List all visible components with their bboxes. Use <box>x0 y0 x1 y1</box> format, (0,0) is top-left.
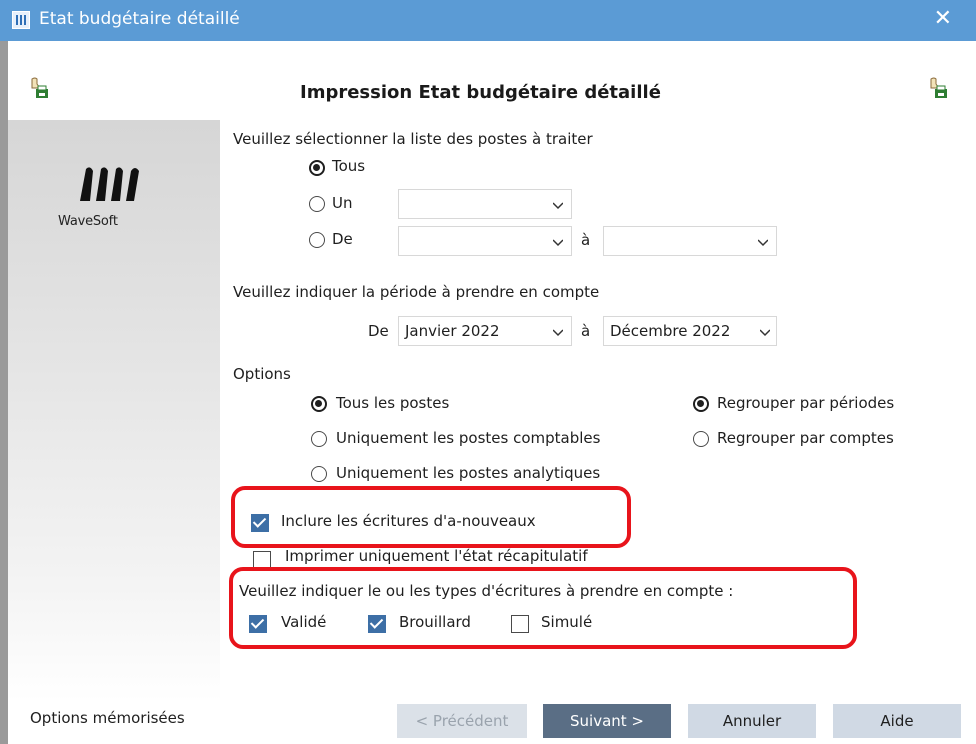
highlight-types-ecritures <box>229 567 857 649</box>
sidebar-panel <box>8 120 220 702</box>
wavesoft-logo-icon <box>80 167 139 201</box>
checkbox-brouillard[interactable] <box>368 615 386 633</box>
radio-regrouper-periodes[interactable] <box>693 396 709 412</box>
radio-regrouper-comptes-label: Regrouper par comptes <box>717 429 894 447</box>
close-button[interactable]: ✕ <box>934 6 952 32</box>
radio-postes-comptables-label: Uniquement les postes comptables <box>336 429 601 447</box>
print-config-icon[interactable] <box>928 76 950 100</box>
help-button[interactable]: Aide <box>833 704 961 738</box>
postes-prompt: Veuillez sélectionner la liste des poste… <box>233 130 593 148</box>
periode-to-value: Décembre 2022 <box>610 322 731 340</box>
previous-button[interactable]: < Précédent <box>397 704 527 738</box>
checkbox-simule[interactable] <box>511 615 529 633</box>
periode-prompt: Veuillez indiquer la période à prendre e… <box>233 283 600 301</box>
checkbox-inclure-a-nouveaux-label: Inclure les écritures d'a-nouveaux <box>281 512 536 530</box>
options-memorisees-link[interactable]: Options mémorisées <box>30 709 185 727</box>
logo-text: WaveSoft <box>58 214 118 229</box>
chevron-down-icon <box>553 239 563 247</box>
periode-to-select[interactable]: Décembre 2022 <box>603 316 777 346</box>
de-poste-to-select[interactable] <box>603 226 777 256</box>
checkbox-valide[interactable] <box>249 615 267 633</box>
periode-de-label: De <box>368 322 389 340</box>
print-config-icon[interactable] <box>29 76 51 100</box>
types-prompt: Veuillez indiquer le ou les types d'écri… <box>239 582 734 600</box>
un-poste-select[interactable] <box>398 189 572 219</box>
chevron-down-icon <box>760 329 770 337</box>
radio-postes-comptables[interactable] <box>311 431 327 447</box>
window-titlebar: Etat budgétaire détaillé ✕ <box>0 0 976 41</box>
periode-a-label: à <box>581 322 591 340</box>
radio-postes-tous-label: Tous <box>332 157 366 175</box>
app-icon <box>12 11 30 29</box>
radio-postes-analytiques[interactable] <box>311 466 327 482</box>
periode-from-select[interactable]: Janvier 2022 <box>398 316 572 346</box>
options-title: Options <box>233 365 291 383</box>
window-title: Etat budgétaire détaillé <box>39 9 240 29</box>
checkbox-inclure-a-nouveaux[interactable] <box>251 514 269 532</box>
chevron-down-icon <box>758 239 768 247</box>
radio-postes-un[interactable] <box>309 196 325 212</box>
radio-postes-tous[interactable] <box>309 160 325 176</box>
periode-from-value: Janvier 2022 <box>405 322 500 340</box>
radio-tous-les-postes[interactable] <box>311 396 327 412</box>
chevron-down-icon <box>553 202 563 210</box>
radio-postes-de[interactable] <box>309 232 325 248</box>
window-left-border <box>0 41 8 744</box>
cancel-button[interactable]: Annuler <box>688 704 816 738</box>
radio-tous-les-postes-label: Tous les postes <box>336 394 450 412</box>
de-poste-a-label: à <box>581 231 591 249</box>
checkbox-brouillard-label: Brouillard <box>399 613 471 631</box>
de-poste-from-select[interactable] <box>398 226 572 256</box>
page-title: Impression Etat budgétaire détaillé <box>300 82 661 103</box>
checkbox-simule-label: Simulé <box>541 613 593 631</box>
chevron-down-icon <box>553 329 563 337</box>
radio-postes-un-label: Un <box>332 194 353 212</box>
radio-regrouper-periodes-label: Regrouper par périodes <box>717 394 895 412</box>
radio-regrouper-comptes[interactable] <box>693 431 709 447</box>
radio-postes-de-label: De <box>332 230 353 248</box>
checkbox-valide-label: Validé <box>281 613 327 631</box>
checkbox-recap-only-label: Imprimer uniquement l'état récapitulatif <box>285 547 588 565</box>
next-button[interactable]: Suivant > <box>543 704 671 738</box>
radio-postes-analytiques-label: Uniquement les postes analytiques <box>336 464 601 482</box>
